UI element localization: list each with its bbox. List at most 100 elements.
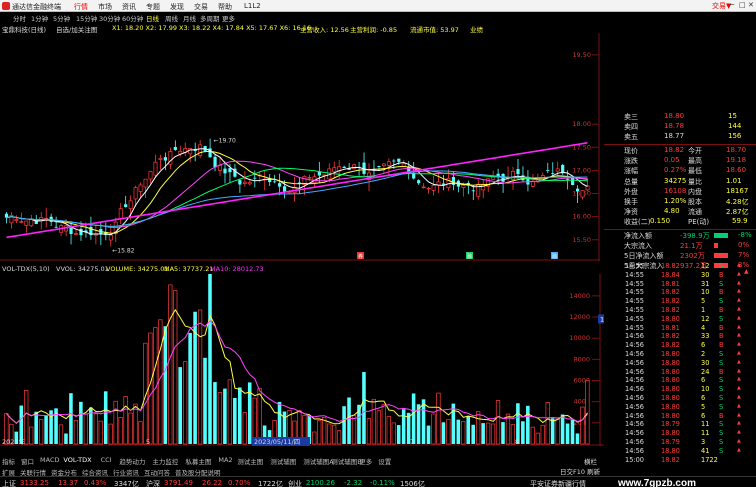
flow-bar bbox=[714, 232, 728, 238]
indicator-tab-6[interactable]: 主力监控 bbox=[152, 456, 178, 466]
period-tab-5[interactable]: 60分钟 bbox=[122, 13, 143, 23]
layout-toggle[interactable]: 横栏 bbox=[584, 456, 597, 466]
tick-row: 14:55 18.82 10 B ▲ bbox=[625, 288, 741, 297]
indicator-tab-5[interactable]: 趋势动力 bbox=[119, 456, 145, 466]
vvol-value: VVOL: 34275.01 bbox=[56, 265, 109, 273]
indicator-tab-14[interactable]: 设置 bbox=[378, 456, 391, 466]
period-tab-4[interactable]: 30分钟 bbox=[99, 13, 120, 23]
volume-bar bbox=[456, 419, 461, 444]
period-tab-9[interactable]: 多周期 bbox=[200, 13, 220, 23]
price-axis-label: 17.00 bbox=[572, 166, 591, 174]
volume-bar bbox=[471, 424, 475, 444]
divider bbox=[604, 228, 756, 230]
period-tab-8[interactable]: 月线 bbox=[183, 13, 196, 23]
quote-stat-row: 净资 4.80 流通 2.87亿 bbox=[624, 207, 749, 217]
menu-item-0[interactable]: 行情 bbox=[74, 2, 88, 12]
minimize-icon[interactable]: ─ bbox=[730, 1, 734, 9]
kline-chart[interactable]: 19.5018.0017.5017.0016.5016.0015.50←19.7… bbox=[0, 33, 600, 261]
volume-bar bbox=[332, 424, 337, 445]
candle-body bbox=[69, 227, 73, 234]
vol-indicator-name[interactable]: VOL-TDX(5,10) bbox=[2, 265, 50, 273]
period-tab-0[interactable]: 分时 bbox=[13, 13, 26, 23]
side-up-icon[interactable]: ▲ bbox=[744, 268, 749, 275]
candle-body bbox=[551, 173, 555, 174]
indicator-tabs: 指标 窗口 MACD VOL-TDX CCI 趋势动力 主力监控 私募主图 MA2 测试主图 测试辅… bbox=[0, 456, 604, 466]
candle-body bbox=[417, 180, 421, 184]
indicator-tab-13[interactable]: 更多 bbox=[359, 456, 372, 466]
quote-stat-row: 换手 1.20% 股本 4.28亿 bbox=[624, 197, 749, 206]
volume-bar bbox=[342, 406, 346, 444]
period-tab-7[interactable]: 周线 bbox=[165, 13, 178, 23]
index-name[interactable]: 沪深 bbox=[146, 479, 160, 487]
ma-line-10 bbox=[6, 150, 588, 234]
maximize-icon[interactable]: □ bbox=[739, 1, 746, 9]
menu-item-5[interactable]: 交易 bbox=[194, 2, 208, 12]
indicator-tab-3[interactable]: VOL-TDX bbox=[63, 456, 91, 464]
indicator-tab-1[interactable]: 窗口 bbox=[21, 456, 34, 466]
high-annotation: ←19.70 bbox=[214, 138, 236, 145]
indicator-tab-0[interactable]: 指标 bbox=[2, 456, 15, 466]
volume-bar bbox=[178, 367, 182, 444]
x-axis-label: 2023/05/11/四 bbox=[254, 438, 300, 446]
trade-menu-button[interactable]: 交易▼ bbox=[712, 1, 731, 11]
volume-bar bbox=[466, 415, 471, 444]
menu-item-3[interactable]: 专题 bbox=[146, 2, 160, 12]
candle-body bbox=[198, 144, 203, 156]
indicator-tab-9[interactable]: 测试主图 bbox=[237, 456, 263, 466]
menu-item-1[interactable]: 市场 bbox=[98, 2, 112, 12]
order-book-row: 卖五 18.77 156 bbox=[624, 132, 742, 141]
order-book-row: 卖三 18.80 15 bbox=[624, 112, 737, 121]
candle-body bbox=[238, 180, 242, 185]
index-name[interactable]: 创业 bbox=[288, 479, 302, 487]
period-tab-1[interactable]: 1分钟 bbox=[31, 13, 48, 23]
indicator-tab-11[interactable]: 测试辅图A bbox=[303, 456, 333, 466]
candle-body bbox=[278, 183, 282, 187]
f10-refresh[interactable]: 日交F10 刷新 bbox=[560, 466, 600, 476]
index-change: -2.32 bbox=[344, 479, 363, 487]
volume-bar bbox=[163, 326, 168, 444]
candle-body bbox=[24, 220, 29, 226]
candle-body bbox=[148, 171, 153, 180]
watermark: www.7gpzb.com bbox=[618, 478, 696, 487]
menu-item-6[interactable]: 帮助 bbox=[218, 2, 232, 12]
indicator-tab-7[interactable]: 私募主图 bbox=[185, 456, 211, 466]
candle-body bbox=[163, 157, 167, 161]
period-tab-3[interactable]: 15分钟 bbox=[76, 13, 97, 23]
volume-bar bbox=[521, 421, 525, 444]
indicator-tab-10[interactable]: 测试辅图 bbox=[270, 456, 296, 466]
close-icon[interactable]: ✕ bbox=[748, 1, 754, 9]
index-name[interactable]: 上证 bbox=[2, 479, 16, 487]
volume-bar bbox=[238, 387, 242, 444]
volume-chart[interactable]: 1400012000100008000600040002000117722023… bbox=[0, 274, 604, 446]
money-flow-row: 5日净流入额 2302万 7% bbox=[624, 251, 750, 260]
candle-body bbox=[381, 163, 386, 167]
menu-item-7[interactable]: L1L2 bbox=[244, 2, 261, 10]
x-axis-label: 7 bbox=[410, 438, 414, 446]
volume-bar bbox=[79, 401, 83, 444]
candle-body bbox=[188, 148, 193, 155]
period-tab-10[interactable]: 更多 bbox=[222, 13, 235, 23]
volume-bar bbox=[39, 419, 44, 445]
menu-item-2[interactable]: 资讯 bbox=[122, 2, 136, 12]
volume-bar bbox=[540, 424, 545, 445]
menu-item-4[interactable]: 发现 bbox=[170, 2, 184, 12]
tick-row: 14:56 18.80 6 S ▲ bbox=[625, 394, 741, 402]
indicator-tab-8[interactable]: MA2 bbox=[218, 456, 232, 464]
volume-bar bbox=[123, 396, 128, 445]
candle-body bbox=[342, 166, 346, 169]
indicator-tab-12[interactable]: 测试辅图B bbox=[331, 456, 361, 466]
volume-bar bbox=[570, 419, 575, 444]
candle-body bbox=[431, 185, 436, 191]
volume-bar bbox=[476, 411, 481, 445]
event-marker-label: 融 bbox=[552, 253, 557, 260]
period-tab-6[interactable]: 日线 bbox=[146, 13, 159, 23]
indicator-tab-4[interactable]: CCI bbox=[101, 456, 112, 464]
flow-bar bbox=[714, 253, 728, 258]
index-amount: 3347亿 bbox=[114, 480, 139, 487]
tick-list[interactable]: 14:55 18.82 12 S ▲ 14:55 18.84 30 B ▲ 14:55 18.81 31… bbox=[621, 262, 756, 467]
tick-row: 14:55 18.81 31 S ▲ bbox=[625, 279, 741, 288]
order-book-row: 卖四 18.78 144 bbox=[624, 122, 742, 131]
candle-body bbox=[247, 182, 252, 185]
indicator-tab-2[interactable]: MACD bbox=[40, 456, 59, 464]
period-tab-2[interactable]: 5分钟 bbox=[53, 13, 70, 23]
